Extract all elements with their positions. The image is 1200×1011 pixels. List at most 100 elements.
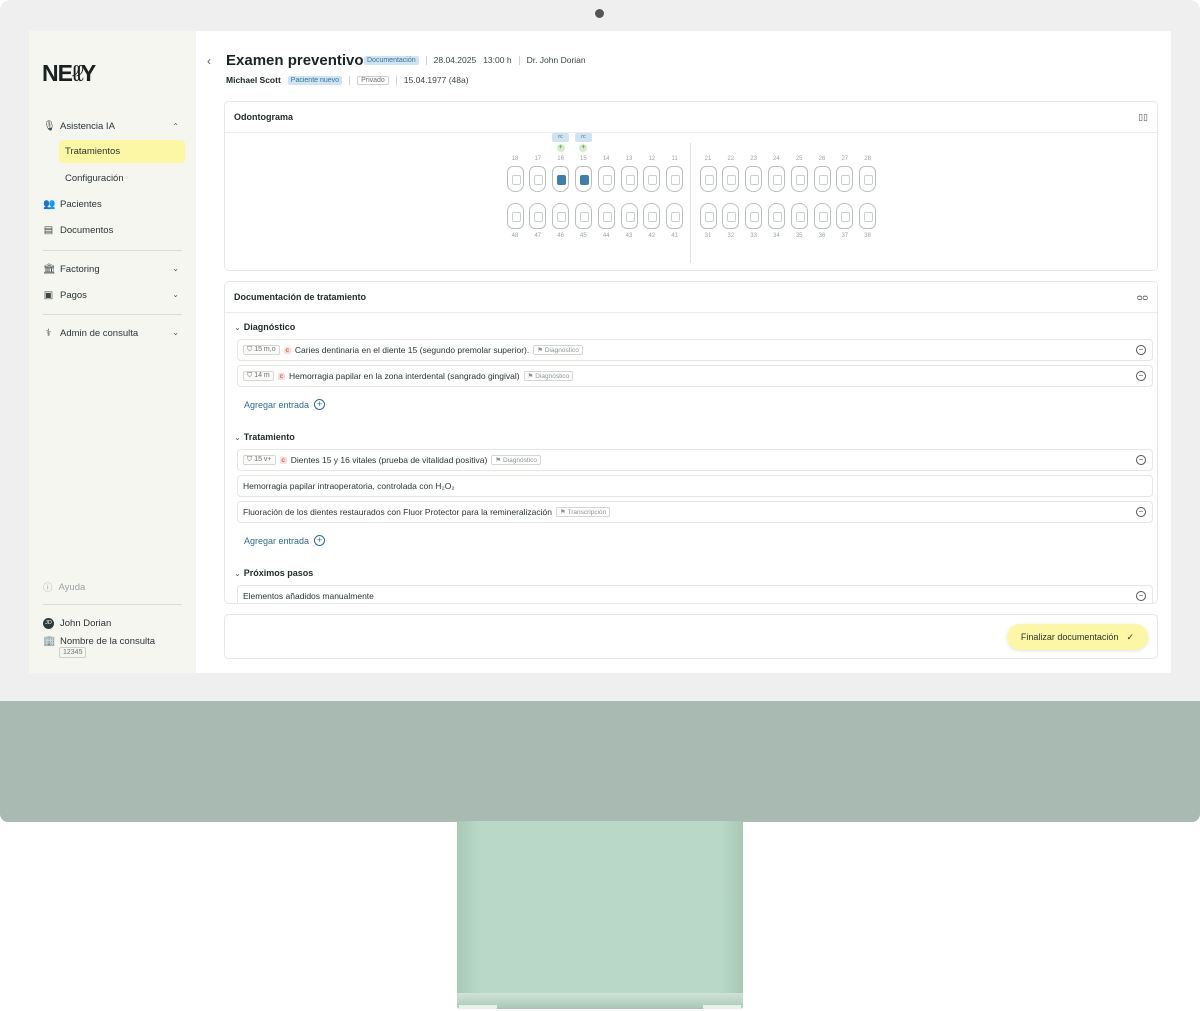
clinic-id-badge: 12345 bbox=[59, 647, 87, 658]
tooth-22[interactable]: 22 bbox=[721, 156, 741, 192]
nav-admin-label: Admin de consulta bbox=[60, 327, 139, 339]
section-next-steps[interactable]: ⌄ Próximos pasos bbox=[234, 568, 313, 578]
tooth-14[interactable]: 14 bbox=[596, 156, 616, 192]
nav-documents[interactable]: ▤ Documentos bbox=[43, 222, 114, 238]
monitor-stand bbox=[457, 821, 743, 996]
insurance-badge: Privado bbox=[357, 75, 389, 85]
tooth-11[interactable]: 11 bbox=[665, 156, 685, 192]
tooth-shape bbox=[722, 166, 740, 192]
app-logo[interactable]: NEℓℓY bbox=[42, 60, 96, 87]
nav-payments[interactable]: ▣ Pagos bbox=[43, 287, 87, 303]
tooth-31[interactable]: 31 bbox=[698, 203, 718, 239]
add-diagnosis-entry-button[interactable]: Agregar entrada + bbox=[244, 399, 326, 410]
nav-admin[interactable]: ⚕ Admin de consulta bbox=[43, 325, 138, 341]
nav-treatments[interactable]: Tratamientos bbox=[59, 140, 185, 163]
chevron-up-icon[interactable]: ⌃ bbox=[172, 122, 179, 131]
tooth-number: 28 bbox=[864, 156, 871, 162]
tooth-48[interactable]: 48 bbox=[505, 203, 525, 239]
next-steps-entry[interactable]: Elementos añadidos manualmente − bbox=[237, 585, 1153, 603]
diagnosis-entry[interactable]: ⛉ 14 m c Hemorragia papilar en la zona i… bbox=[237, 365, 1153, 387]
section-next-steps-label: Próximos pasos bbox=[243, 568, 314, 578]
section-treatment[interactable]: ⌄ Tratamiento bbox=[234, 432, 295, 442]
sidebar-divider bbox=[43, 314, 182, 315]
tooth-41[interactable]: 41 bbox=[665, 203, 685, 239]
tooth-44[interactable]: 44 bbox=[596, 203, 616, 239]
patient-name[interactable]: Michael Scott bbox=[226, 75, 281, 85]
help-icon: ⓘ bbox=[43, 583, 53, 594]
section-treatment-label: Tratamiento bbox=[243, 432, 295, 442]
diagnosis-entry[interactable]: ⛉ 15 m,o c Caries dentinaria en el dient… bbox=[237, 339, 1153, 361]
nav-patients[interactable]: 👥 Pacientes bbox=[43, 196, 102, 212]
section-diagnosis[interactable]: ⌄ Diagnóstico bbox=[234, 322, 295, 332]
users-icon: 👥 bbox=[43, 198, 56, 210]
tooth-shape bbox=[813, 203, 831, 229]
tooth-42[interactable]: 42 bbox=[642, 203, 662, 239]
treatment-entry[interactable]: Fluoración de los dientes restaurados co… bbox=[237, 501, 1153, 523]
tooth-15[interactable]: 15 bbox=[573, 156, 593, 192]
odontogram-chart[interactable]: 18 17 16 rc +15 rc +14 13 12 11 21 22 23 24 25 26 27 28 48… bbox=[225, 133, 1157, 270]
add-entry-label: Agregar entrada bbox=[244, 399, 310, 410]
nav-ai-assist[interactable]: 🎙 Asistencia IA bbox=[43, 118, 182, 134]
remove-entry-icon[interactable]: − bbox=[1136, 371, 1146, 381]
tooth-shape bbox=[859, 166, 877, 192]
remove-entry-icon[interactable]: − bbox=[1136, 345, 1146, 355]
tooth-21[interactable]: 21 bbox=[698, 156, 718, 192]
tooth-34[interactable]: 34 bbox=[766, 203, 786, 239]
tooth-17[interactable]: 17 bbox=[528, 156, 548, 192]
chevron-down-icon[interactable]: ⌄ bbox=[172, 290, 179, 299]
treatment-entry[interactable]: Hemorragia papilar intraoperatoria, cont… bbox=[237, 475, 1153, 497]
tooth-38[interactable]: 38 bbox=[858, 203, 878, 239]
documentation-header: Documentación de tratamiento ᴑᴑ bbox=[225, 282, 1157, 313]
tooth-33[interactable]: 33 bbox=[744, 203, 764, 239]
tooth-27[interactable]: 27 bbox=[835, 156, 855, 192]
tooth-43[interactable]: 43 bbox=[619, 203, 639, 239]
user-profile[interactable]: JD John Dorian bbox=[43, 615, 111, 631]
tooth-number: 26 bbox=[818, 156, 826, 162]
tooth-12[interactable]: 12 bbox=[642, 156, 662, 192]
remove-entry-icon[interactable]: − bbox=[1136, 507, 1146, 517]
back-chevron-icon[interactable]: ‹ bbox=[207, 54, 211, 68]
nav-configuration[interactable]: Configuración bbox=[65, 173, 124, 184]
remove-entry-icon[interactable]: − bbox=[1136, 455, 1146, 465]
appointment-meta: Documentación 28.04.2025 13:00 h Dr. Joh… bbox=[364, 55, 586, 65]
code-tag: c bbox=[283, 346, 291, 354]
tooth-36[interactable]: 36 bbox=[812, 203, 832, 239]
tooth-26[interactable]: 26 bbox=[812, 156, 832, 192]
tooth-37[interactable]: 37 bbox=[835, 203, 855, 239]
tooth-shape bbox=[643, 166, 661, 192]
entry-text: Fluoración de los dientes restaurados co… bbox=[243, 507, 552, 517]
tooth-shape bbox=[643, 203, 661, 229]
treatment-entry[interactable]: ⛉ 15 v+ c Dientes 15 y 16 vitales (prueb… bbox=[237, 449, 1153, 471]
tooth-46[interactable]: 46 bbox=[551, 203, 571, 239]
tooth-25[interactable]: 25 bbox=[789, 156, 809, 192]
tooth-18[interactable]: 18 bbox=[505, 156, 525, 192]
chevron-down-icon[interactable]: ⌄ bbox=[172, 264, 179, 273]
tooth-32[interactable]: 32 bbox=[721, 203, 741, 239]
nav-factoring[interactable]: 🏛 Factoring bbox=[43, 261, 100, 277]
tooth-45[interactable]: 45 bbox=[573, 203, 593, 239]
tooth-shape bbox=[666, 166, 684, 192]
tooth-16[interactable]: 16 bbox=[551, 156, 571, 192]
tooth-35[interactable]: 35 bbox=[789, 203, 809, 239]
chevron-down-icon[interactable]: ⌄ bbox=[172, 328, 179, 337]
finish-documentation-button[interactable]: Finalizar documentación ✓ bbox=[1006, 624, 1148, 650]
tooth-number: 13 bbox=[625, 156, 633, 162]
entry-text: Dientes 15 y 16 vitales (prueba de vital… bbox=[290, 455, 488, 465]
clinic-name: Nombre de la consulta bbox=[60, 635, 156, 647]
divider bbox=[425, 55, 427, 65]
tooth-24[interactable]: 24 bbox=[766, 156, 786, 192]
tooth-47[interactable]: 47 bbox=[528, 203, 548, 239]
add-treatment-entry-button[interactable]: Agregar entrada + bbox=[244, 535, 326, 546]
tooth-shape bbox=[552, 203, 570, 229]
tooth-shape bbox=[790, 166, 808, 192]
entry-text: Caries dentinaria en el diente 15 (segun… bbox=[294, 345, 530, 355]
voicemail-icon[interactable]: ᴑᴑ bbox=[1137, 292, 1148, 302]
tooth-28[interactable]: 28 bbox=[858, 156, 878, 192]
tooth-number: 36 bbox=[818, 233, 826, 239]
remove-entry-icon[interactable]: − bbox=[1136, 591, 1146, 601]
book-open-icon[interactable]: ▯▯ bbox=[1138, 112, 1148, 123]
plus-circle-icon: + bbox=[314, 399, 326, 410]
help-link[interactable]: ⓘ Ayuda bbox=[43, 580, 85, 595]
tooth-13[interactable]: 13 bbox=[619, 156, 639, 192]
tooth-23[interactable]: 23 bbox=[744, 156, 764, 192]
